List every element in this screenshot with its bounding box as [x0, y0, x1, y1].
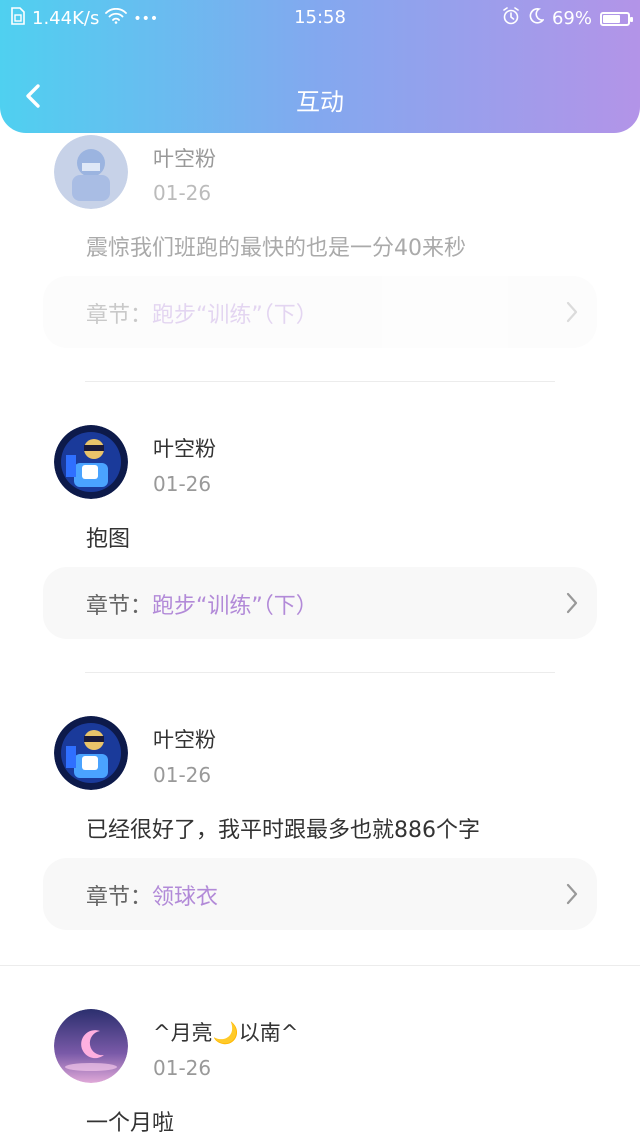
- chapter-title: 跑步“训练”（下）: [152, 303, 318, 328]
- comment-item: ^月亮🌙以南^ 01-26 一个月啦: [0, 966, 640, 1138]
- page-title: 互动: [296, 88, 344, 116]
- chapter-label: 章节：跑步“训练”（下）: [86, 303, 318, 328]
- app-header: 1.44K/s ••• 15:58 69% 互动: [0, 0, 640, 133]
- chapter-title: 领球衣: [152, 885, 219, 910]
- chevron-right-icon: [566, 301, 578, 323]
- comment-text: 抱图: [86, 527, 131, 552]
- chapter-link[interactable]: 章节：领球衣: [43, 858, 597, 930]
- chapter-link[interactable]: 章节：跑步“训练”（下）: [43, 276, 597, 348]
- alarm-icon: [502, 7, 520, 30]
- comment-item: 叶空粉 01-26 震惊我们班跑的最快的也是一分40来秒 章节：跑步“训练”（下…: [0, 133, 640, 382]
- comment-date: 01-26: [153, 181, 212, 205]
- avatar[interactable]: [54, 425, 128, 499]
- chapter-label: 章节：跑步“训练”（下）: [86, 594, 318, 619]
- avatar[interactable]: [54, 135, 128, 209]
- comment-item: 叶空粉 01-26 抱图 章节：跑步“训练”（下）: [0, 382, 640, 673]
- avatar[interactable]: [54, 1009, 128, 1083]
- comment-date: 01-26: [153, 1056, 212, 1080]
- chevron-right-icon: [566, 592, 578, 614]
- comment-item: 叶空粉 01-26 已经很好了，我平时跟最多也就886个字 章节：领球衣: [0, 673, 640, 966]
- comment-text: 已经很好了，我平时跟最多也就886个字: [86, 818, 480, 843]
- user-name: 叶空粉: [153, 437, 216, 461]
- comment-text: 震惊我们班跑的最快的也是一分40来秒: [86, 236, 466, 261]
- avatar[interactable]: [54, 716, 128, 790]
- chapter-title: 跑步“训练”（下）: [152, 594, 318, 619]
- battery-icon: [600, 11, 633, 26]
- comment-date: 01-26: [153, 763, 212, 787]
- comment-text: 一个月啦: [86, 1111, 175, 1136]
- chevron-right-icon: [566, 883, 578, 905]
- chapter-link[interactable]: 章节：跑步“训练”（下）: [43, 567, 597, 639]
- chapter-label: 章节：领球衣: [86, 885, 219, 910]
- user-name: 叶空粉: [153, 728, 216, 752]
- battery-percent: 69%: [551, 8, 592, 29]
- battery-fill: [603, 14, 620, 23]
- moon-icon: [528, 8, 545, 29]
- user-name: 叶空粉: [153, 147, 216, 171]
- status-bar: 1.44K/s ••• 15:58 69%: [0, 0, 640, 36]
- user-name: ^月亮🌙以南^: [153, 1021, 299, 1045]
- comment-date: 01-26: [153, 472, 212, 496]
